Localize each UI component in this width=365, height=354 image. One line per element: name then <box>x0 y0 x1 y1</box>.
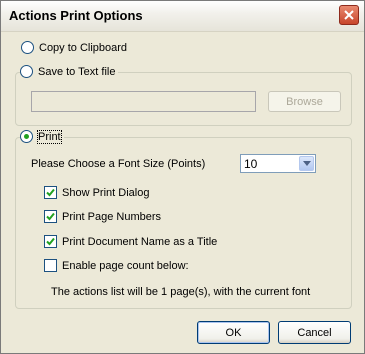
print-options-dialog: Actions Print Options Copy to Clipboard … <box>0 0 365 354</box>
cancel-button-label: Cancel <box>297 326 332 339</box>
enable-page-count-checkbox[interactable]: Enable page count below: <box>44 259 189 272</box>
checkmark-icon <box>46 212 55 221</box>
cancel-button[interactable]: Cancel <box>278 321 351 344</box>
print-label: Print <box>37 129 62 144</box>
file-path-input[interactable] <box>31 91 256 112</box>
ok-button[interactable]: OK <box>197 321 270 344</box>
copy-to-clipboard-radio[interactable]: Copy to Clipboard <box>21 41 127 54</box>
browse-button-label: Browse <box>286 95 323 108</box>
page-count-text: The actions list will be 1 page(s), with… <box>51 286 310 298</box>
show-print-dialog-checkbox[interactable]: Show Print Dialog <box>44 186 149 199</box>
checkmark-icon <box>46 237 55 246</box>
print-page-numbers-label: Print Page Numbers <box>62 210 162 223</box>
font-size-label: Please Choose a Font Size (Points) <box>31 158 206 170</box>
radio-print[interactable] <box>20 130 33 143</box>
font-size-row: Please Choose a Font Size (Points) <box>31 158 205 170</box>
dropdown-arrow-button[interactable] <box>299 156 314 171</box>
checkbox-show-print-dialog[interactable] <box>44 186 57 199</box>
checkmark-icon <box>46 188 55 197</box>
print-page-numbers-checkbox[interactable]: Print Page Numbers <box>44 210 161 223</box>
title-bar: Actions Print Options <box>1 1 364 32</box>
copy-to-clipboard-label: Copy to Clipboard <box>39 41 128 54</box>
radio-selected-dot <box>24 134 29 139</box>
browse-button[interactable]: Browse <box>268 91 341 112</box>
close-button[interactable] <box>339 5 359 25</box>
window-title: Actions Print Options <box>9 8 143 23</box>
print-document-name-label: Print Document Name as a Title <box>62 235 218 248</box>
checkbox-enable-page-count[interactable] <box>44 259 57 272</box>
font-size-select[interactable]: 10 <box>240 154 316 173</box>
print-document-name-checkbox[interactable]: Print Document Name as a Title <box>44 235 217 248</box>
radio-save-to-text[interactable] <box>20 65 33 78</box>
save-to-text-label: Save to Text file <box>38 65 116 78</box>
print-radio[interactable]: Print <box>20 129 64 144</box>
chevron-down-icon <box>302 161 311 166</box>
page-count-message: The actions list will be 1 page(s), with… <box>51 286 311 298</box>
save-to-text-radio[interactable]: Save to Text file <box>20 65 119 78</box>
enable-page-count-label: Enable page count below: <box>62 259 189 272</box>
checkbox-print-document-name[interactable] <box>44 235 57 248</box>
close-icon <box>344 10 354 20</box>
font-size-value: 10 <box>244 157 258 171</box>
radio-copy-to-clipboard[interactable] <box>21 41 34 54</box>
checkbox-print-page-numbers[interactable] <box>44 210 57 223</box>
ok-button-label: OK <box>225 326 242 339</box>
show-print-dialog-label: Show Print Dialog <box>62 186 150 199</box>
